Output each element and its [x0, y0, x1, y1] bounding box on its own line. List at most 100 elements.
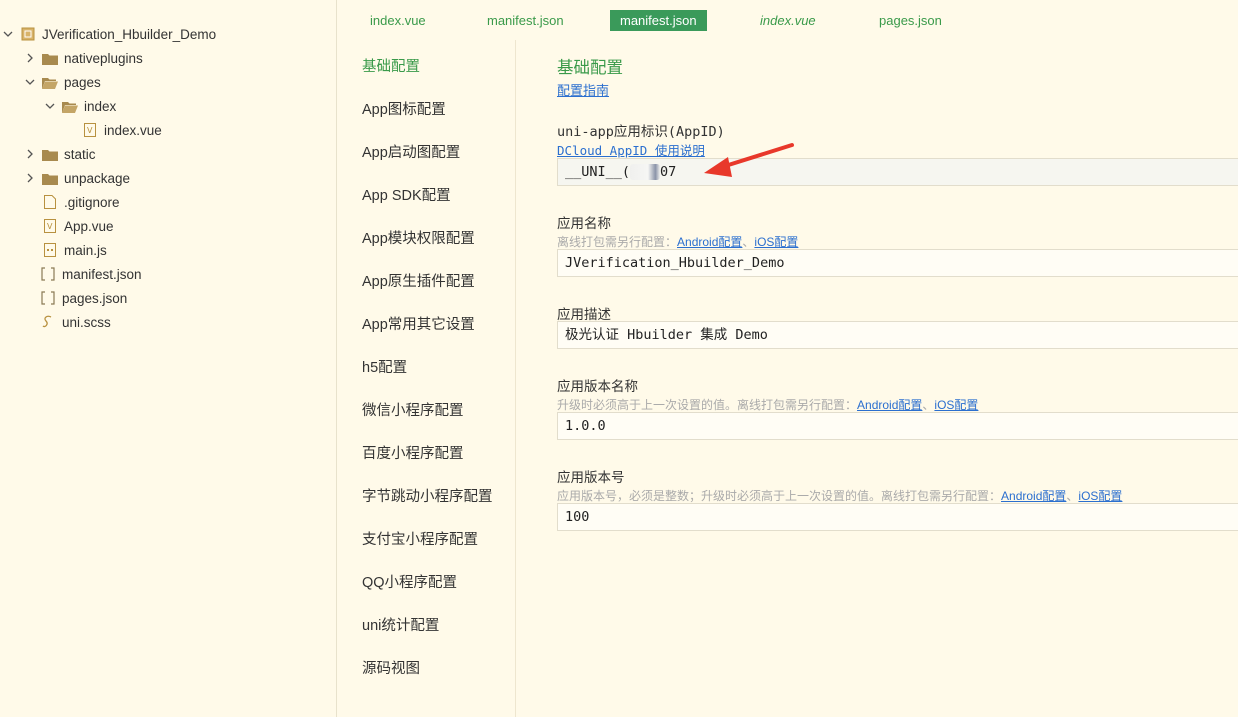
tree-item-uni-scss[interactable]: uni.scss [0, 310, 337, 334]
svg-text:V: V [47, 222, 53, 231]
file-tree: JVerification_Hbuilder_Demo nativeplugin… [0, 0, 337, 717]
tree-item-label: main.js [64, 242, 107, 258]
nav-item-app-modules[interactable]: App模块权限配置 [362, 227, 475, 248]
chevron-right-icon[interactable] [24, 172, 36, 184]
nav-item-h5[interactable]: h5配置 [362, 356, 407, 377]
tab-pages-json[interactable]: pages.json [869, 10, 952, 31]
tree-item-label: index.vue [104, 122, 162, 138]
config-guide-link[interactable]: 配置指南 [557, 80, 609, 99]
tree-item-label: uni.scss [62, 314, 111, 330]
tab-index-vue-preview[interactable]: index.vue [750, 10, 826, 31]
android-config-link[interactable]: Android配置 [1001, 489, 1066, 503]
nav-item-app-icon[interactable]: App图标配置 [362, 98, 446, 119]
tree-item-label: .gitignore [64, 194, 120, 210]
tree-item-label: nativeplugins [64, 50, 143, 66]
app-desc-label: 应用描述 [557, 307, 611, 322]
tree-item-index-vue[interactable]: V index.vue [0, 118, 337, 142]
tree-item-app-vue[interactable]: V App.vue [0, 214, 337, 238]
tree-item-pages[interactable]: pages [0, 70, 337, 94]
android-config-link[interactable]: Android配置 [677, 235, 742, 249]
json-file-icon [40, 267, 56, 281]
tree-item-main-js[interactable]: main.js [0, 238, 337, 262]
nav-item-uni-stat[interactable]: uni统计配置 [362, 614, 439, 635]
tab-manifest-json-active[interactable]: manifest.json [610, 10, 707, 31]
tree-item-label: pages.json [62, 290, 128, 306]
appid-field[interactable]: __UNI__(07 [557, 158, 1238, 186]
app-name-hint: 离线打包需另行配置：Android配置、iOS配置 [557, 233, 798, 250]
svg-text:V: V [87, 126, 93, 135]
tree-item-manifest-json[interactable]: manifest.json [0, 262, 337, 286]
folder-open-icon [42, 75, 58, 89]
tree-item-index-folder[interactable]: index [0, 94, 337, 118]
hint-separator: 、 [742, 235, 755, 249]
config-panel: 基础配置 配置指南 uni-app应用标识(AppID) DCloud AppI… [517, 40, 1238, 717]
nav-item-source-view[interactable]: 源码视图 [362, 657, 420, 678]
version-code-label: 应用版本号 [557, 470, 625, 485]
tree-item-label: App.vue [64, 218, 114, 234]
nav-item-baidu[interactable]: 百度小程序配置 [362, 442, 464, 463]
json-file-icon [40, 291, 56, 305]
tree-item-unpackage[interactable]: unpackage [0, 166, 337, 190]
ios-config-link[interactable]: iOS配置 [934, 398, 978, 412]
folder-icon [42, 171, 58, 185]
hint-text: 离线打包需另行配置： [557, 235, 678, 249]
nav-item-app-sdk[interactable]: App SDK配置 [362, 184, 451, 205]
tab-index-vue[interactable]: index.vue [360, 10, 436, 31]
folder-open-icon [62, 99, 78, 113]
tree-item-nativeplugins[interactable]: nativeplugins [0, 46, 337, 70]
ios-config-link[interactable]: iOS配置 [1078, 489, 1122, 503]
tree-item-pages-json[interactable]: pages.json [0, 286, 337, 310]
tree-item-label: pages [64, 74, 101, 90]
version-code-hint: 应用版本号，必须是整数；升级时必须高于上一次设置的值。离线打包需另行配置：And… [557, 487, 1122, 504]
nav-item-alipay[interactable]: 支付宝小程序配置 [362, 528, 478, 549]
annotation-arrow-icon [704, 143, 794, 177]
redacted-blur [630, 164, 661, 180]
hint-text: 应用版本号，必须是整数；升级时必须高于上一次设置的值。离线打包需另行配置： [557, 489, 1002, 503]
app-name-label: 应用名称 [557, 216, 611, 231]
js-file-icon [42, 243, 58, 257]
ios-config-link[interactable]: iOS配置 [754, 235, 798, 249]
tree-item-label: JVerification_Hbuilder_Demo [42, 26, 217, 42]
project-icon [20, 27, 36, 41]
app-name-input[interactable]: JVerification_Hbuilder_Demo [557, 249, 1238, 277]
appid-help-link[interactable]: DCloud AppID 使用说明 [557, 140, 705, 159]
nav-item-qq[interactable]: QQ小程序配置 [362, 571, 457, 592]
version-name-label: 应用版本名称 [557, 379, 638, 394]
chevron-down-icon[interactable] [2, 28, 14, 40]
chevron-down-icon[interactable] [24, 76, 36, 88]
section-title: 基础配置 [557, 59, 623, 77]
nav-item-weixin[interactable]: 微信小程序配置 [362, 399, 464, 420]
nav-item-basic[interactable]: 基础配置 [362, 55, 420, 76]
scss-file-icon [40, 315, 56, 329]
tree-item-label: static [64, 146, 96, 162]
editor-tabs: index.vue manifest.json manifest.json in… [338, 0, 1238, 40]
tree-item-label: unpackage [64, 170, 131, 186]
appid-visible-b: 07 [660, 164, 677, 180]
nav-item-app-native-plugins[interactable]: App原生插件配置 [362, 270, 475, 291]
version-name-input[interactable]: 1.0.0 [557, 412, 1238, 440]
app-desc-input[interactable]: 极光认证 Hbuilder 集成 Demo [557, 321, 1238, 349]
appid-visible-a: ( [621, 164, 631, 180]
tree-item-label: index [84, 98, 117, 114]
version-code-input[interactable]: 100 [557, 503, 1238, 531]
chevron-down-icon[interactable] [44, 100, 56, 112]
vue-file-icon: V [82, 123, 98, 137]
tree-item-label: manifest.json [62, 266, 142, 282]
android-config-link[interactable]: Android配置 [857, 398, 922, 412]
tree-item-static[interactable]: static [0, 142, 337, 166]
nav-item-app-other[interactable]: App常用其它设置 [362, 313, 475, 334]
tree-item-project[interactable]: JVerification_Hbuilder_Demo [0, 22, 337, 46]
nav-item-toutiao[interactable]: 字节跳动小程序配置 [362, 485, 493, 506]
config-nav: 基础配置 App图标配置 App启动图配置 App SDK配置 App模块权限配… [338, 40, 516, 717]
nav-item-app-splash[interactable]: App启动图配置 [362, 141, 460, 162]
tab-manifest-json[interactable]: manifest.json [477, 10, 574, 31]
hint-text: 升级时必须高于上一次设置的值。离线打包需另行配置： [557, 398, 858, 412]
folder-icon [42, 51, 58, 65]
chevron-right-icon[interactable] [24, 148, 36, 160]
chevron-right-icon[interactable] [24, 52, 36, 64]
tree-item-gitignore[interactable]: .gitignore [0, 190, 337, 214]
version-name-hint: 升级时必须高于上一次设置的值。离线打包需另行配置：Android配置、iOS配置 [557, 396, 978, 413]
vue-file-icon: V [42, 219, 58, 233]
hint-separator: 、 [922, 398, 935, 412]
appid-prefix: __UNI__ [565, 164, 622, 180]
